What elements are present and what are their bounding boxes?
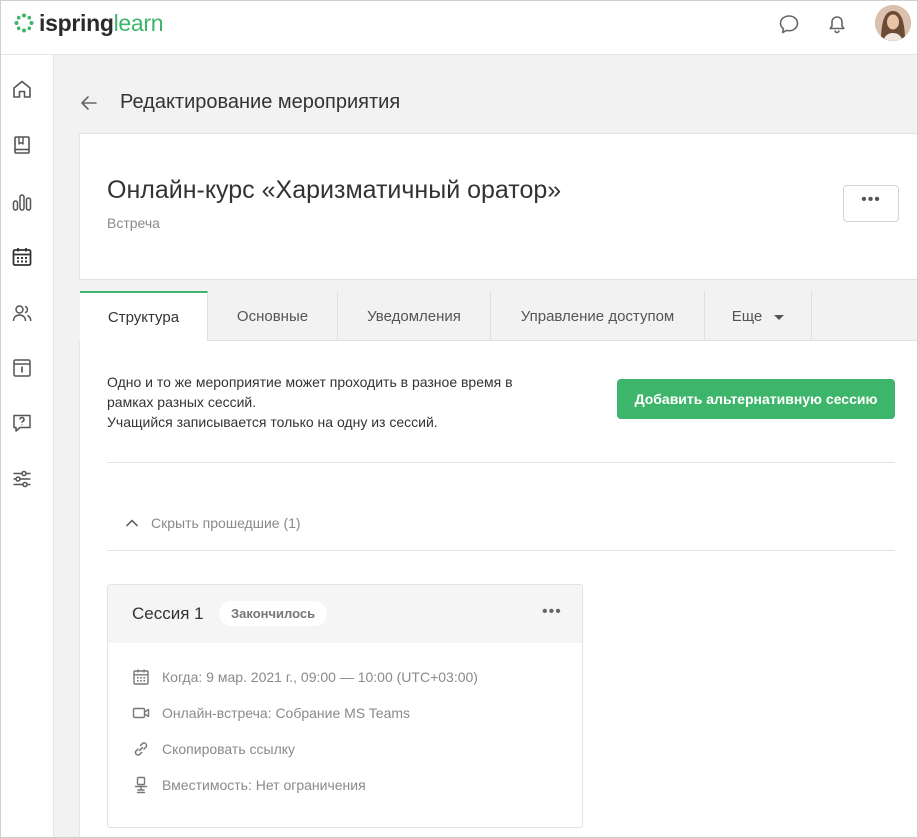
book-icon[interactable] [11,134,33,156]
calendar-icon [133,669,149,685]
tab-structure[interactable]: Структура [80,291,208,341]
ispring-logo-icon [14,13,34,33]
user-avatar[interactable] [875,5,911,41]
chair-icon [134,776,148,794]
chevron-up-icon [126,519,138,527]
hide-past-toggle[interactable]: Скрыть прошедшие (1) [125,515,301,531]
ispring-learn-logo[interactable]: ispringlearn [13,9,164,37]
description-line: Учащийся записывается только на одну из … [107,414,438,430]
event-title: Онлайн-курс «Харизматичный оратор» [107,176,562,204]
tab-label: Уведомления [367,307,461,325]
tab-more[interactable]: Еще [705,291,812,341]
home-icon[interactable] [11,78,33,100]
bell-icon[interactable] [826,13,848,35]
event-more-button[interactable]: ••• [843,185,899,222]
divider [107,462,895,463]
logo-text-ispring: ispring [39,9,114,36]
logo-text-learn: learn [113,9,164,36]
calendar-icon[interactable] [11,246,33,268]
session-capacity-text: Вместимость: Нет ограничения [162,777,366,793]
stats-icon[interactable] [11,191,33,213]
page-title: Редактирование мероприятия [120,91,401,113]
hide-past-label: Скрыть прошедшие (1) [151,515,301,531]
settings-sliders-icon[interactable] [11,468,33,490]
back-arrow-icon[interactable] [79,93,99,113]
top-header: ispringlearn [1,1,917,55]
status-badge: Закончилось [219,601,328,626]
info-box-icon[interactable] [11,357,33,379]
session-header: Сессия 1 Закончилось ••• [108,585,582,643]
video-camera-icon [132,707,150,719]
session-more-button[interactable]: ••• [542,603,562,621]
app-window: ispringlearn Редактирование мероприятия … [0,0,918,838]
description-line: рамках разных сессий. [107,394,257,410]
more-dots-icon: ••• [861,190,881,208]
question-icon[interactable] [11,412,33,434]
tab-label: Структура [107,308,180,326]
divider [107,550,895,551]
session-capacity: Вместимость: Нет ограничения [132,776,366,794]
left-sidebar [1,55,54,837]
copy-link-action[interactable]: Скопировать ссылку [132,740,295,758]
structure-description: Одно и то же мероприятие может проходить… [107,372,577,432]
chat-icon[interactable] [778,13,800,35]
session-when: Когда: 9 мар. 2021 г., 09:00 — 10:00 (UT… [132,668,478,686]
session-when-text: Когда: 9 мар. 2021 г., 09:00 — 10:00 (UT… [162,669,478,685]
caret-down-icon [774,314,785,320]
session-meeting: Онлайн-встреча: Собрание MS Teams [132,704,410,722]
tab-label: Основные [236,307,309,325]
tabs-divider [207,340,917,341]
tab-access-management[interactable]: Управление доступом [491,291,705,341]
description-line: Одно и то же мероприятие может проходить… [107,374,513,390]
link-icon [134,742,148,756]
avatar-photo-icon [875,5,911,41]
users-icon[interactable] [11,302,33,324]
session-name: Сессия 1 [132,604,204,623]
tab-label: Управление доступом [520,307,675,325]
tab-notifications[interactable]: Уведомления [338,291,491,341]
add-alternative-session-button[interactable]: Добавить альтернативную сессию [617,379,895,419]
session-card: Сессия 1 Закончилось ••• Когда: 9 мар. 2… [107,584,583,828]
tab-label: Еще [731,307,763,325]
event-type: Встреча [107,215,160,231]
session-meeting-text: Онлайн-встреча: Собрание MS Teams [162,705,411,721]
tab-main[interactable]: Основные [208,291,338,341]
copy-link-text: Скопировать ссылку [162,741,296,757]
